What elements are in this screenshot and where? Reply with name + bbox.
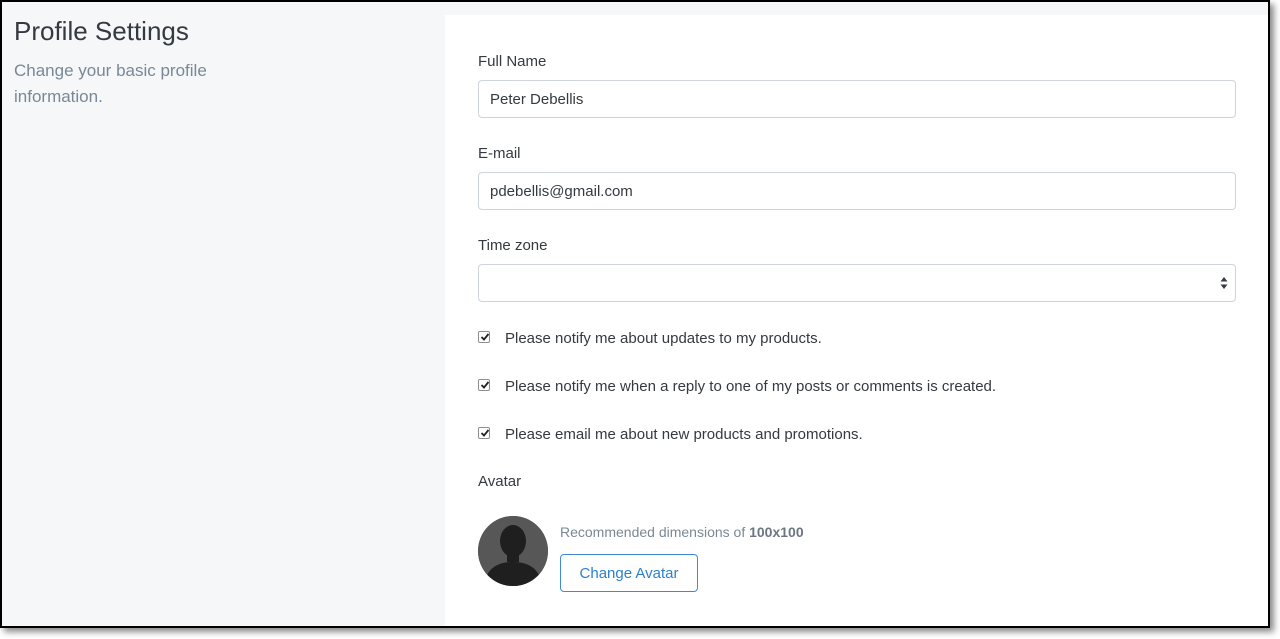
- page-title: Profile Settings: [14, 16, 189, 46]
- change-avatar-button[interactable]: Change Avatar: [560, 554, 698, 592]
- full-name-input[interactable]: [478, 80, 1236, 118]
- email-input[interactable]: [478, 172, 1236, 210]
- app-window: Profile Settings Change your basic profi…: [0, 0, 1270, 628]
- promotions-checkbox[interactable]: [478, 427, 490, 439]
- check-icon: [480, 381, 490, 389]
- full-name-label: Full Name: [478, 53, 547, 70]
- check-icon: [480, 333, 490, 341]
- avatar-hint: Recommended dimensions of 100x100: [560, 524, 804, 540]
- avatar: [478, 516, 548, 586]
- sort-arrows-icon: [1219, 274, 1229, 292]
- avatar-hint-size: 100x100: [749, 524, 804, 540]
- reply-notify-checkbox[interactable]: [478, 379, 490, 391]
- page-subtitle: Change your basic profile information.: [14, 61, 207, 106]
- avatar-hint-text: Recommended dimensions of: [560, 524, 746, 540]
- timezone-select[interactable]: [478, 264, 1236, 302]
- product-updates-checkbox[interactable]: [478, 331, 490, 343]
- promotions-label: Please email me about new products and p…: [505, 426, 863, 443]
- timezone-label: Time zone: [478, 237, 548, 254]
- email-label: E-mail: [478, 145, 521, 162]
- reply-notify-label: Please notify me when a reply to one of …: [505, 378, 997, 395]
- avatar-label: Avatar: [478, 473, 522, 490]
- settings-panel: Full Name E-mail Time zone Please notify…: [445, 15, 1268, 626]
- sidebar-intro: Profile Settings Change your basic profi…: [14, 14, 394, 110]
- user-silhouette-icon: [478, 516, 548, 586]
- product-updates-label: Please notify me about updates to my pro…: [505, 330, 822, 347]
- check-icon: [480, 429, 490, 437]
